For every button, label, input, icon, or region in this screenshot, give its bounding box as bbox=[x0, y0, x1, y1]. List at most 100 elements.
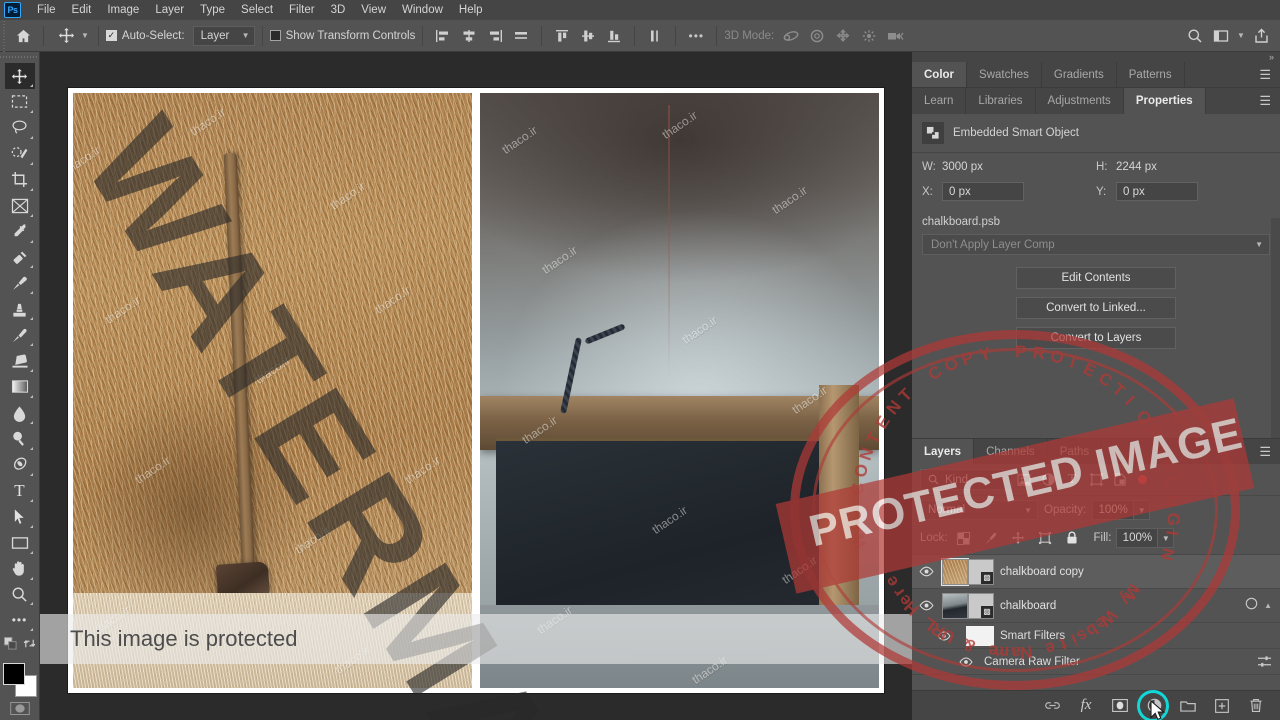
auto-select-check-box[interactable]: ✓ bbox=[105, 30, 117, 41]
workspace-icon[interactable] bbox=[1208, 24, 1234, 48]
slide-3d-icon[interactable] bbox=[856, 24, 882, 48]
eraser-tool[interactable] bbox=[5, 348, 35, 374]
document-sheet[interactable]: thaco.ir thaco.ir thaco.ir thaco.ir thac… bbox=[68, 88, 884, 693]
expand-panels-button[interactable]: » bbox=[912, 52, 1280, 62]
table-row[interactable]: ▩ chalkboard copy bbox=[912, 555, 1280, 589]
chevron-up-icon[interactable]: ▲ bbox=[1264, 601, 1272, 610]
pan-3d-icon[interactable] bbox=[830, 24, 856, 48]
opacity-input[interactable]: 100% bbox=[1092, 500, 1135, 520]
menu-file[interactable]: File bbox=[29, 1, 64, 19]
blur-tool[interactable] bbox=[5, 400, 35, 426]
lock-all-icon[interactable] bbox=[1061, 528, 1083, 548]
filter-adjustment-icon[interactable] bbox=[1036, 469, 1060, 490]
object-selection-tool[interactable] bbox=[5, 141, 35, 167]
menu-edit[interactable]: Edit bbox=[64, 1, 100, 19]
history-brush-tool[interactable] bbox=[5, 322, 35, 348]
tab-layers[interactable]: Layers bbox=[912, 439, 975, 464]
menu-filter[interactable]: Filter bbox=[281, 1, 323, 19]
share-icon[interactable] bbox=[1248, 24, 1274, 48]
tab-patterns[interactable]: Patterns bbox=[1116, 62, 1185, 87]
camera-3d-icon[interactable] bbox=[882, 24, 908, 48]
filter-type-icon[interactable]: T bbox=[1060, 469, 1084, 490]
swap-colors-icon[interactable] bbox=[23, 637, 36, 655]
show-transform-controls-checkbox[interactable]: Show Transform Controls bbox=[269, 30, 415, 42]
lasso-tool[interactable] bbox=[5, 115, 35, 141]
layer-style-fx-icon[interactable]: fx bbox=[1076, 696, 1096, 716]
show-transform-check-box[interactable] bbox=[269, 30, 281, 41]
tab-libraries[interactable]: Libraries bbox=[966, 88, 1036, 114]
blend-mode-dropdown[interactable]: Normal ▼ bbox=[920, 500, 1038, 520]
panel-menu-icon[interactable]: ☰ bbox=[1250, 62, 1280, 87]
tab-properties[interactable]: Properties bbox=[1123, 88, 1206, 114]
align-horizontal-centers-icon[interactable] bbox=[456, 24, 482, 48]
document-canvas[interactable]: thaco.ir thaco.ir thaco.ir thaco.ir thac… bbox=[40, 52, 912, 720]
lock-transparent-pixels-icon[interactable] bbox=[953, 528, 975, 548]
smart-object-thumbnail[interactable]: ▩ bbox=[968, 558, 994, 585]
new-group-icon[interactable] bbox=[1178, 696, 1198, 716]
rectangular-marquee-tool[interactable] bbox=[5, 89, 35, 115]
edit-contents-button[interactable]: Edit Contents bbox=[1016, 267, 1176, 289]
default-colors-icon[interactable] bbox=[3, 637, 17, 655]
menu-select[interactable]: Select bbox=[233, 1, 281, 19]
pen-tool[interactable] bbox=[5, 452, 35, 478]
move-tool[interactable] bbox=[4, 63, 35, 90]
tab-color[interactable]: Color bbox=[912, 62, 968, 87]
align-left-edges-icon[interactable] bbox=[430, 24, 456, 48]
align-top-edges-icon[interactable] bbox=[549, 24, 575, 48]
distribute-horizontal-icon[interactable] bbox=[508, 24, 534, 48]
rectangle-tool[interactable] bbox=[5, 530, 35, 556]
panel-menu-icon[interactable]: ☰ bbox=[1250, 439, 1280, 464]
layer-visibility-icon[interactable] bbox=[916, 566, 936, 577]
filter-kind-dropdown[interactable]: Kind bbox=[920, 469, 1012, 490]
convert-to-linked-button[interactable]: Convert to Linked... bbox=[1016, 297, 1176, 319]
x-input[interactable]: 0 px bbox=[942, 182, 1024, 201]
layer-name[interactable]: chalkboard copy bbox=[1000, 566, 1084, 578]
auto-select-scope-dropdown[interactable]: Layer ▼ bbox=[192, 25, 255, 46]
tab-channels[interactable]: Channels bbox=[974, 439, 1048, 464]
new-layer-icon[interactable] bbox=[1212, 696, 1232, 716]
brush-tool[interactable] bbox=[5, 270, 35, 296]
filter-pixel-icon[interactable] bbox=[1012, 469, 1036, 490]
filter-toggle-switch[interactable] bbox=[1138, 475, 1147, 484]
type-tool[interactable]: T bbox=[5, 478, 35, 504]
layer-thumbnail[interactable] bbox=[941, 557, 969, 586]
dodge-tool[interactable] bbox=[5, 426, 35, 452]
chevron-down-icon[interactable]: ▼ bbox=[81, 31, 89, 40]
home-icon[interactable] bbox=[10, 24, 36, 48]
options-bar-grip[interactable] bbox=[0, 19, 8, 52]
align-right-edges-icon[interactable] bbox=[482, 24, 508, 48]
tool-preset-picker[interactable]: ▼ bbox=[51, 24, 91, 48]
clone-stamp-tool[interactable] bbox=[5, 296, 35, 322]
menu-window[interactable]: Window bbox=[394, 1, 451, 19]
menu-help[interactable]: Help bbox=[451, 1, 491, 19]
layer-comp-dropdown[interactable]: Don't Apply Layer Comp ▼ bbox=[922, 234, 1270, 255]
more-options-button[interactable]: ••• bbox=[683, 24, 709, 48]
tab-paths[interactable]: Paths bbox=[1047, 439, 1103, 464]
zoom-tool[interactable] bbox=[5, 582, 35, 608]
link-layers-icon[interactable] bbox=[1042, 696, 1062, 716]
chevron-down-icon[interactable]: ▼ bbox=[1234, 24, 1248, 48]
menu-type[interactable]: Type bbox=[192, 1, 233, 19]
quick-mask-icon[interactable] bbox=[9, 701, 30, 720]
orbit-3d-icon[interactable] bbox=[778, 24, 804, 48]
crop-tool[interactable] bbox=[5, 167, 35, 193]
layer-visibility-icon[interactable] bbox=[916, 600, 936, 611]
roll-3d-icon[interactable] bbox=[804, 24, 830, 48]
align-vertical-centers-icon[interactable] bbox=[575, 24, 601, 48]
color-swatches[interactable] bbox=[2, 663, 37, 698]
smart-object-thumbnail[interactable]: ▩ bbox=[968, 592, 994, 619]
table-row[interactable]: Camera Raw Filter bbox=[912, 649, 1280, 675]
auto-select-checkbox[interactable]: ✓ Auto-Select: bbox=[105, 30, 185, 42]
eyedropper-tool[interactable] bbox=[5, 219, 35, 245]
lock-position-icon[interactable] bbox=[1007, 528, 1029, 548]
lock-image-pixels-icon[interactable] bbox=[980, 528, 1002, 548]
camera-raw-filter-label[interactable]: Camera Raw Filter bbox=[984, 656, 1080, 668]
spot-healing-brush-tool[interactable] bbox=[5, 245, 35, 271]
tab-adjustments[interactable]: Adjustments bbox=[1035, 88, 1124, 114]
filter-smart-object-icon[interactable] bbox=[1108, 469, 1132, 490]
table-row[interactable]: Smart Filters bbox=[912, 623, 1280, 649]
tab-learn[interactable]: Learn bbox=[912, 88, 967, 114]
convert-to-layers-button[interactable]: Convert to Layers bbox=[1016, 327, 1176, 349]
lock-artboard-nesting-icon[interactable] bbox=[1034, 528, 1056, 548]
filter-shape-icon[interactable] bbox=[1084, 469, 1108, 490]
